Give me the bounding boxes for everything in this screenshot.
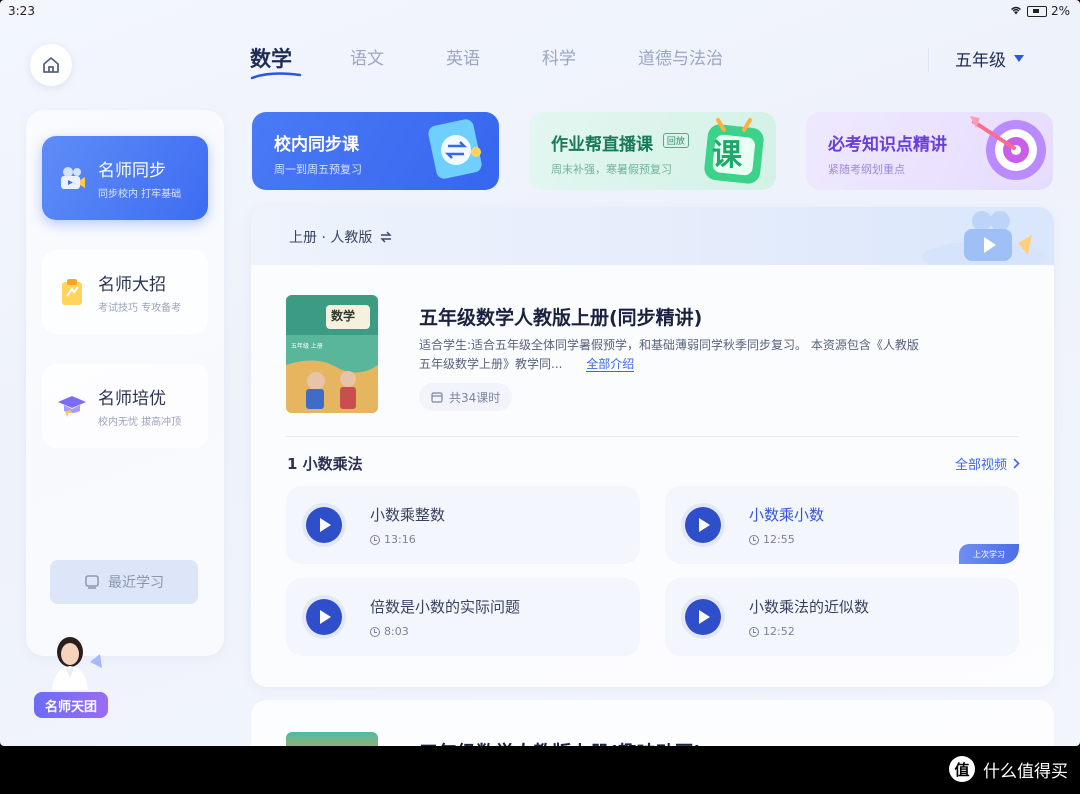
book-cover-label: 数学 [331,309,356,323]
swap-icon [380,231,393,243]
sidebar-item-subtitle: 同步校内 打牢基础 [98,189,182,200]
all-videos-label: 全部视频 [954,458,1007,473]
book-title: 五年级数学人教版上册(趣味动画) [419,738,702,746]
recent-study-button[interactable]: 最近学习 [50,560,198,604]
sidebar: 名师同步 同步校内 打牢基础 名师大招 考试技巧 专攻备考 名师培优 校内无忧 … [26,110,224,656]
history-icon [85,575,99,589]
replay-tag: 回放 [662,133,689,148]
edition-label: 上册 · 人教版 [289,230,373,246]
course-panel: 上册 · 人教版 数学 五年级 上册 五年级数学人教版上册(同步精讲) 适合学生… [251,207,1054,687]
exchange-icon [428,119,482,179]
sidebar-item-title: 名师培优 [98,389,166,409]
battery-icon [1026,5,1047,17]
clock-icon [749,626,759,637]
video-camera-icon [61,167,85,189]
lesson-name: 小数乘整数 [370,506,446,524]
sidebar-item-teacher-sync[interactable]: 名师同步 同步校内 打牢基础 [42,136,208,220]
clock-icon [370,626,380,637]
edition-switch[interactable]: 上册 · 人教版 [289,227,393,247]
lesson-duration-text: 8:03 [384,625,409,638]
book-title: 五年级数学人教版上册(同步精讲) [419,307,703,329]
subject-tabs: 数学 语文 英语 科学 道德与法治 [250,44,785,80]
sidebar-item-title: 名师同步 [98,161,166,181]
wifi-icon [1009,4,1023,18]
show-all-intro-link[interactable]: 全部介绍 [586,357,635,372]
graduation-cap-icon [58,396,86,417]
tab-english[interactable]: 英语 [446,44,480,74]
lesson-duration-text: 12:55 [763,533,795,546]
book-cover [286,732,378,746]
clipboard-icon [62,279,82,305]
clock-icon [749,534,759,545]
lesson-duration: 13:16 [370,533,416,546]
play-icon[interactable] [306,599,342,635]
play-icon[interactable] [685,507,721,543]
tab-math-label: 数学 [250,47,292,71]
card-key-points[interactable]: 必考知识点精讲 紧随考纲划重点 [806,112,1053,190]
home-icon [43,57,59,73]
play-icon[interactable] [306,507,342,543]
watermark: 值 什么值得买 [949,756,1068,782]
lesson-duration: 8:03 [370,625,409,638]
calendar-icon [431,392,443,403]
divider [286,436,1019,437]
sidebar-item-teacher-advanced[interactable]: 名师培优 校内无忧 拔高冲顶 [42,364,208,448]
panel-header: 上册 · 人教版 [251,207,1054,265]
battery-level: 2% [1050,4,1070,18]
tab-chinese[interactable]: 语文 [350,44,384,74]
grade-select[interactable]: 五年级 [955,46,1024,71]
header-divider [928,48,929,72]
card-title: 作业帮直播课 [551,135,653,155]
lesson-item[interactable]: 小数乘整数 13:16 [286,486,640,564]
grade-label: 五年级 [955,51,1006,71]
status-bar-right: 2% [1009,4,1070,18]
play-icon[interactable] [685,599,721,635]
video-camera-decoration-icon [922,211,1044,265]
lesson-item[interactable]: 倍数是小数的实际问题 8:03 [286,578,640,656]
clock-icon [370,534,380,545]
watermark-logo: 值 [949,756,975,782]
book-description: 适合学生:适合五年级全体同学暑假预学，和基础薄弱同学秋季同步复习。 本资源包含《… [419,336,919,374]
sidebar-item-teacher-tricks[interactable]: 名师大招 考试技巧 专攻备考 [42,250,208,334]
lesson-duration-text: 13:16 [384,533,416,546]
bottom-black-bar [0,746,1080,794]
sidebar-item-title: 名师大招 [98,275,166,295]
lesson-name: 小数乘小数 [749,506,825,524]
lesson-duration-text: 12:52 [763,625,795,638]
course-panel-next[interactable]: 五年级数学人教版上册(趣味动画) [251,700,1054,746]
teacher-avatar[interactable] [40,632,110,690]
active-tab-underline [250,72,302,80]
lesson-name: 小数乘法的近似数 [749,598,870,616]
lesson-count-badge: 共34课时 [419,383,513,411]
sidebar-item-subtitle: 校内无忧 拔高冲顶 [98,417,182,428]
card-live-class[interactable]: 作业帮直播课 回放 周末补强，寒暑假预复习 课 [529,112,776,190]
sidebar-item-subtitle: 考试技巧 专攻备考 [98,303,182,314]
home-button[interactable] [30,44,72,86]
recent-study-label: 最近学习 [108,575,164,591]
book-description-text: 适合学生:适合五年级全体同学暑假预学，和基础薄弱同学秋季同步复习。 本资源包含《… [419,338,919,371]
lesson-duration: 12:52 [749,625,795,638]
target-icon [970,116,1046,180]
lesson-duration: 12:55 [749,533,795,546]
class-char-icon: 课 [712,138,742,173]
all-videos-link[interactable]: 全部视频 [955,454,1020,473]
teacher-team-badge[interactable]: 名师天团 [34,692,108,718]
card-school-sync[interactable]: 校内同步课 周一到周五预复习 [252,112,499,190]
chapter-title: 1 小数乘法 [287,455,363,473]
tab-morality-law[interactable]: 道德与法治 [638,44,723,74]
lesson-item-current[interactable]: 小数乘小数 12:55 上次学习 [665,486,1019,564]
watermark-text: 什么值得买 [983,761,1068,782]
lesson-count-text: 共34课时 [449,390,501,405]
last-studied-tag: 上次学习 [959,544,1019,564]
lesson-name: 倍数是小数的实际问题 [370,598,521,616]
tab-science[interactable]: 科学 [542,44,576,74]
status-time: 3:23 [8,4,35,18]
lesson-item[interactable]: 小数乘法的近似数 12:52 [665,578,1019,656]
chevron-down-icon [1014,55,1024,62]
book-cover-sub: 五年级 上册 [291,343,323,350]
chevron-right-icon [1013,458,1020,469]
tab-math[interactable]: 数学 [250,44,302,80]
app-screen: 3:23 2% 数学 语文 英语 科学 道德与法治 五年级 名师同步 同步校内 … [0,0,1080,746]
